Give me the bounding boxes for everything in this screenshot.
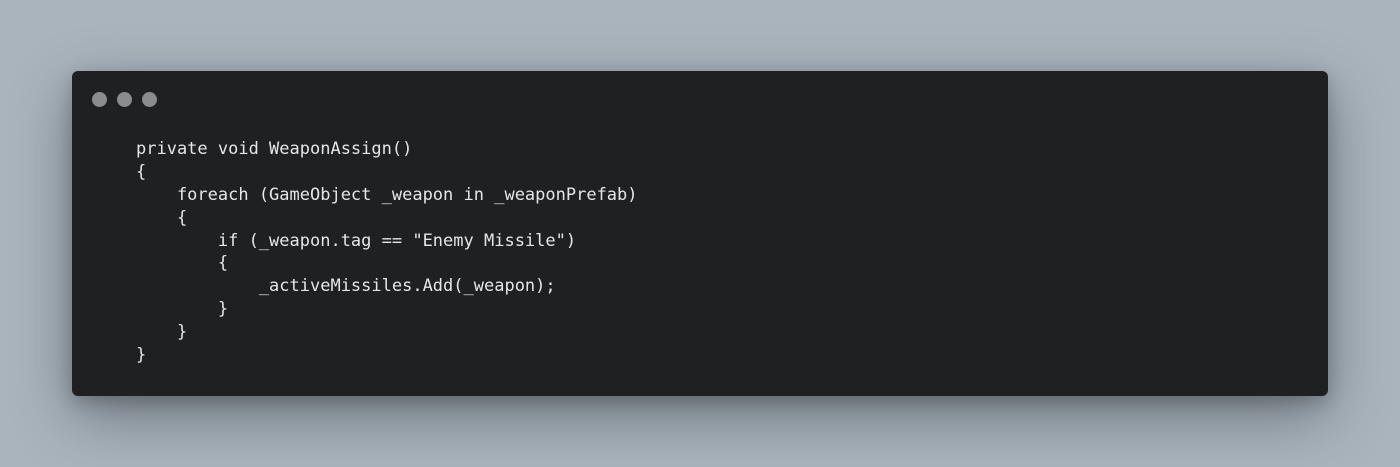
code-line-7: _activeMissiles.Add(_weapon); [136, 276, 556, 297]
code-line-8: } [136, 299, 229, 320]
code-window: private void WeaponAssign(){ foreach (Ga… [72, 71, 1328, 396]
code-line-1: private void WeaponAssign() [136, 139, 413, 159]
code-line-3: foreach (GameObject _weapon in _weaponPr… [136, 184, 638, 205]
code-line-5: if (_weapon.tag == "Enemy Missile") [136, 230, 577, 251]
close-dot-icon[interactable] [92, 92, 107, 107]
code-line-6: { [136, 253, 229, 274]
code-line-2: { [136, 161, 147, 182]
code-block: private void WeaponAssign(){ foreach (Ga… [136, 138, 638, 367]
maximize-dot-icon[interactable] [142, 92, 157, 107]
code-line-9: } [136, 322, 188, 343]
window-controls [92, 92, 157, 107]
code-line-4: { [136, 207, 188, 228]
code-line-10: } [136, 345, 147, 366]
minimize-dot-icon[interactable] [117, 92, 132, 107]
